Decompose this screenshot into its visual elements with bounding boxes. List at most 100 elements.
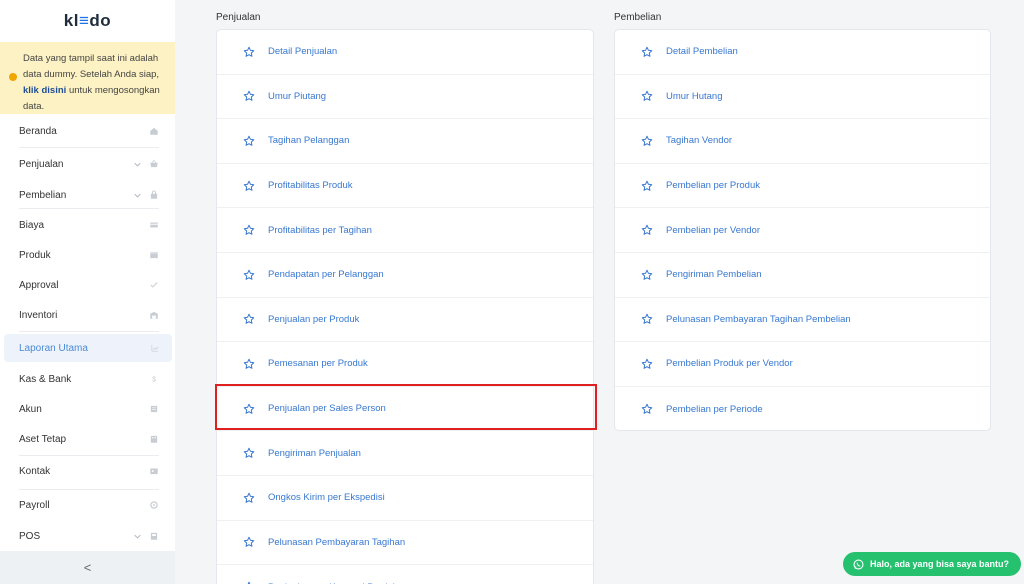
notice-text: Data yang tampil saat ini adalah data du… <box>23 53 160 80</box>
sidebar-item-payroll[interactable]: Payroll <box>0 491 175 519</box>
dummy-data-notice: Data yang tampil saat ini adalah data du… <box>0 42 175 114</box>
favorite-star-icon[interactable] <box>243 90 255 102</box>
report-link-label: Pembelian Produk per Vendor <box>666 358 793 370</box>
report-link-label: Pemesanan per Produk <box>268 358 368 370</box>
favorite-star-icon[interactable] <box>641 313 653 325</box>
report-link-pembelian-produk-per-vendor[interactable]: Pembelian Produk per Vendor <box>615 342 990 387</box>
sidebar-item-label: Produk <box>19 249 51 261</box>
sidebar-item-pembelian[interactable]: Pembelian <box>0 181 175 209</box>
report-link-pembelian-per-produk[interactable]: Pembelian per Produk <box>615 164 990 209</box>
check-icon <box>150 282 158 288</box>
warning-dot-icon <box>9 73 17 81</box>
contact-card-icon <box>150 468 158 475</box>
report-link-pengiriman-pembelian[interactable]: Pengiriman Pembelian <box>615 253 990 298</box>
sidebar-item-akun[interactable]: Akun <box>0 395 175 423</box>
report-link-pembelian-per-periode[interactable]: Pembelian per Periode <box>615 387 990 430</box>
favorite-star-icon[interactable] <box>243 180 255 192</box>
report-link-label: Pembelian per Periode <box>666 403 763 415</box>
bag-icon <box>150 190 158 199</box>
chat-label: Halo, ada yang bisa saya bantu? <box>869 559 1009 569</box>
sidebar-item-penjualan[interactable]: Penjualan <box>0 150 175 178</box>
sidebar-item-label: Pembelian <box>19 189 67 201</box>
report-link-label: Umur Piutang <box>268 90 327 102</box>
chevron-down-icon <box>134 534 141 539</box>
report-link-pengiriman-penjualan[interactable]: Pengiriman Penjualan <box>217 431 593 476</box>
sidebar-item-kontak[interactable]: Kontak <box>0 457 175 485</box>
building-icon <box>150 435 158 443</box>
favorite-star-icon[interactable] <box>243 135 255 147</box>
sidebar-item-approval[interactable]: Approval <box>0 271 175 299</box>
report-link-umur-hutang[interactable]: Umur Hutang <box>615 75 990 120</box>
favorite-star-icon[interactable] <box>641 180 653 192</box>
report-link-tagihan-vendor[interactable]: Tagihan Vendor <box>615 119 990 164</box>
report-link-label: Penjualan per Sales Person <box>268 403 386 415</box>
gear-icon <box>150 501 158 509</box>
report-link-profitabilitas-per-tagihan[interactable]: Profitabilitas per Tagihan <box>217 208 593 253</box>
favorite-star-icon[interactable] <box>243 358 255 370</box>
report-link-penjualan-per-kategori-produk[interactable]: Penjualan per Kategori Produk <box>217 565 593 584</box>
report-link-ongkos-kirim-per-ekspedisi[interactable]: Ongkos Kirim per Ekspedisi <box>217 476 593 521</box>
pembelian-report-card: Detail Pembelian Umur Hutang Tagihan Vendo… <box>614 29 991 431</box>
report-link-label: Tagihan Vendor <box>666 135 733 147</box>
favorite-star-icon[interactable] <box>641 224 653 236</box>
report-link-pelunasan-pembayaran-tagihan[interactable]: Pelunasan Pembayaran Tagihan <box>217 521 593 566</box>
sidebar-item-label: Akun <box>19 403 42 415</box>
sidebar-item-kas-and-bank[interactable]: Kas & Bank $ <box>0 365 175 393</box>
sidebar-item-label: Aset Tetap <box>19 433 67 445</box>
favorite-star-icon[interactable] <box>641 403 653 415</box>
favorite-star-icon[interactable] <box>243 269 255 281</box>
sidebar-item-laporan-utama[interactable]: Laporan Utama <box>4 334 172 362</box>
favorite-star-icon[interactable] <box>243 403 255 415</box>
report-link-detail-pembelian[interactable]: Detail Pembelian <box>615 30 990 75</box>
favorite-star-icon[interactable] <box>243 447 255 459</box>
sidebar-item-beranda[interactable]: Beranda <box>0 117 175 145</box>
box-icon <box>150 251 158 259</box>
menu-divider <box>19 208 159 209</box>
report-link-pemesanan-per-produk[interactable]: Pemesanan per Produk <box>217 342 593 387</box>
menu-divider <box>19 489 159 490</box>
report-link-detail-penjualan[interactable]: Detail Penjualan <box>217 30 593 75</box>
favorite-star-icon[interactable] <box>243 313 255 325</box>
dollar-icon: $ <box>152 377 156 384</box>
report-link-profitabilitas-produk[interactable]: Profitabilitas Produk <box>217 164 593 209</box>
page-scrollbar[interactable] <box>1011 0 1024 584</box>
report-link-tagihan-pelanggan[interactable]: Tagihan Pelanggan <box>217 119 593 164</box>
penjualan-report-card: Detail Penjualan Umur Piutang Tagihan Pela… <box>216 29 594 584</box>
pos-icon <box>150 532 158 540</box>
favorite-star-icon[interactable] <box>243 46 255 58</box>
report-link-label: Penjualan per Produk <box>268 313 360 325</box>
favorite-star-icon[interactable] <box>243 536 255 548</box>
app-logo[interactable]: kl ≡ do <box>0 0 175 42</box>
favorite-star-icon[interactable] <box>243 492 255 504</box>
clear-data-link[interactable]: klik disini <box>23 85 66 96</box>
logo-text-accent: ≡ <box>78 11 90 30</box>
favorite-star-icon[interactable] <box>243 224 255 236</box>
sidebar-item-produk[interactable]: Produk <box>0 241 175 269</box>
report-link-pembelian-per-vendor[interactable]: Pembelian per Vendor <box>615 208 990 253</box>
report-link-label: Pembelian per Produk <box>666 180 760 192</box>
report-link-label: Pembelian per Vendor <box>666 224 761 236</box>
favorite-star-icon[interactable] <box>641 46 653 58</box>
sidebar-item-biaya[interactable]: Biaya <box>0 211 175 239</box>
report-link-umur-piutang[interactable]: Umur Piutang <box>217 75 593 120</box>
sidebar-item-aset-tetap[interactable]: Aset Tetap <box>0 425 175 453</box>
chevron-down-icon <box>134 162 141 167</box>
whatsapp-icon <box>853 558 864 570</box>
favorite-star-icon[interactable] <box>641 135 653 147</box>
report-link-penjualan-per-produk[interactable]: Penjualan per Produk <box>217 298 593 343</box>
sidebar-item-pos[interactable]: POS <box>0 522 175 550</box>
report-link-pelunasan-pembayaran-tagihan-pembelian[interactable]: Pelunasan Pembayaran Tagihan Pembelian <box>615 298 990 343</box>
report-link-penjualan-per-sales-person[interactable]: Penjualan per Sales Person <box>217 387 593 432</box>
basket-icon <box>150 159 158 168</box>
sidebar-collapse-button[interactable]: < <box>0 551 175 584</box>
sidebar-item-label: Approval <box>19 279 59 291</box>
report-link-label: Pendapatan per Pelanggan <box>268 269 384 281</box>
favorite-star-icon[interactable] <box>641 90 653 102</box>
whatsapp-chat-button[interactable]: Halo, ada yang bisa saya bantu? <box>842 552 1021 576</box>
sidebar-item-inventori[interactable]: Inventori <box>0 301 175 329</box>
report-link-label: Profitabilitas Produk <box>268 180 353 192</box>
favorite-star-icon[interactable] <box>641 269 653 281</box>
report-link-pendapatan-per-pelanggan[interactable]: Pendapatan per Pelanggan <box>217 253 593 298</box>
collapse-chevron-icon: < <box>83 560 92 575</box>
favorite-star-icon[interactable] <box>641 358 653 370</box>
